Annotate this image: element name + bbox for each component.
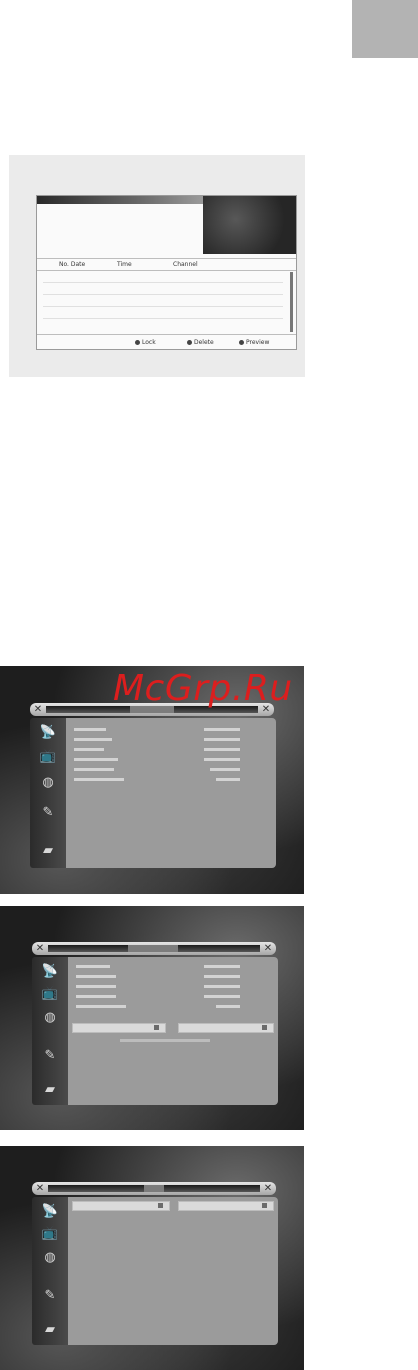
satellite-icon[interactable]: 📡	[40, 1203, 60, 1221]
preview-pane	[203, 196, 296, 254]
screenshot-light-list: No. Date Time Channel Lock Delete Previe…	[9, 155, 305, 377]
table-row[interactable]	[43, 282, 283, 283]
globe-icon[interactable]: ◍	[40, 1249, 60, 1267]
selector-field-left[interactable]	[72, 1023, 166, 1033]
media-icon[interactable]: ▰	[40, 1321, 60, 1339]
color-button-icon	[187, 340, 192, 345]
tools-icon[interactable]: ✎	[38, 804, 58, 822]
selector-field-right[interactable]	[178, 1023, 274, 1033]
tools-icon[interactable]: ✎	[40, 1287, 60, 1305]
satellite-icon[interactable]: 📡	[38, 724, 58, 742]
info-row	[76, 1005, 268, 1011]
tv-icon[interactable]: 📺	[38, 748, 58, 766]
scrollbar[interactable]	[290, 272, 293, 332]
column-header-channel: Channel	[173, 261, 198, 268]
globe-icon[interactable]: ◍	[38, 774, 58, 792]
close-icon[interactable]: ✕	[262, 1182, 274, 1195]
info-row	[76, 965, 268, 971]
menu-sidebar: 📡 📺 ◍ ✎ ▰	[32, 957, 68, 1105]
close-icon[interactable]: ✕	[34, 1182, 46, 1195]
info-row	[76, 985, 268, 991]
column-header-time: Time	[117, 261, 132, 268]
screenshot-dark-info-1: ✕ ✕ 📡 📺 ◍ ✎ ▰ McGrp.Ru	[0, 666, 304, 894]
page-corner-tab	[352, 0, 418, 58]
lock-key-hint: Lock	[135, 339, 156, 346]
tv-icon[interactable]: 📺	[40, 1225, 60, 1243]
menu-title	[128, 945, 178, 952]
info-row	[76, 995, 268, 1001]
globe-icon[interactable]: ◍	[40, 1009, 60, 1027]
column-header-no-date: No. Date	[59, 261, 86, 268]
selector-field-right[interactable]	[178, 1201, 274, 1211]
window-titlebar	[37, 196, 203, 204]
screenshot-dark-info-2: ✕ ✕ 📡 📺 ◍ ✎ ▰	[0, 906, 304, 1130]
close-icon[interactable]: ✕	[262, 942, 274, 955]
menu-sidebar: 📡 📺 ◍ ✎ ▰	[32, 1197, 68, 1345]
delete-key-hint: Delete	[187, 339, 214, 346]
color-button-icon	[135, 340, 140, 345]
table-header: No. Date Time Channel	[37, 258, 296, 271]
info-row	[120, 1039, 268, 1045]
table-row[interactable]	[43, 294, 283, 295]
media-icon[interactable]: ▰	[38, 842, 58, 860]
media-icon[interactable]: ▰	[40, 1081, 60, 1099]
list-window: No. Date Time Channel Lock Delete Previe…	[36, 195, 297, 350]
info-row	[74, 748, 266, 754]
color-button-icon	[239, 340, 244, 345]
menu-titlebar: ✕ ✕	[32, 942, 276, 955]
info-row	[74, 758, 266, 764]
menu-sidebar: 📡 📺 ◍ ✎ ▰	[30, 718, 66, 868]
selector-panel	[68, 1197, 278, 1345]
close-icon[interactable]: ✕	[34, 942, 46, 955]
preview-key-hint: Preview	[239, 339, 269, 346]
info-row	[76, 975, 268, 981]
info-row	[74, 728, 266, 734]
menu-titlebar: ✕ ✕	[32, 1182, 276, 1195]
info-row	[74, 738, 266, 744]
table-row[interactable]	[43, 318, 283, 319]
watermark: McGrp.Ru	[113, 668, 293, 709]
info-panel	[66, 718, 276, 868]
info-panel	[68, 957, 278, 1105]
selector-field-left[interactable]	[72, 1201, 170, 1211]
tv-icon[interactable]: 📺	[40, 985, 60, 1003]
key-legend: Lock Delete Preview	[37, 334, 296, 350]
tools-icon[interactable]: ✎	[40, 1047, 60, 1065]
screenshot-dark-selector: ✕ ✕ 📡 📺 ◍ ✎ ▰	[0, 1146, 304, 1370]
close-icon[interactable]: ✕	[32, 703, 44, 716]
info-row	[74, 778, 266, 784]
table-row[interactable]	[43, 306, 283, 307]
menu-title	[144, 1185, 164, 1192]
info-row	[74, 768, 266, 774]
satellite-icon[interactable]: 📡	[40, 963, 60, 981]
